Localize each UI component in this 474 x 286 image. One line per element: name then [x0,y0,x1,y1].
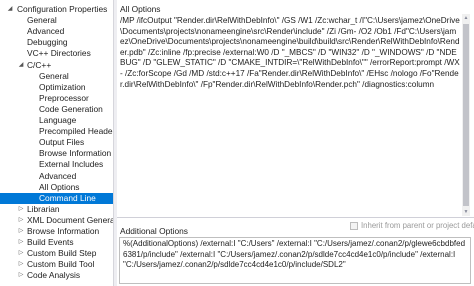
tree-item-label: Build Events [27,237,74,248]
triangle-right-icon[interactable]: ▷ [17,204,25,215]
options-panel: All Options /MP /ifcOutput "Render.dir\R… [117,0,474,286]
tree-item-label: General [27,15,57,26]
scroll-down-icon[interactable]: ▼ [462,208,470,216]
inherit-label: Inherit from parent or project defaults [361,221,474,230]
tree-item-label: VC++ Directories [27,48,91,59]
section-divider [117,217,474,218]
tree-item-label: Code Generation [39,103,103,114]
tree-item[interactable]: General [0,15,113,26]
tree-item[interactable]: Output Files [0,137,113,148]
all-options-scrollbar[interactable]: ▲ ▼ [462,14,470,216]
tree-item-label: Output Files [39,137,85,148]
tree-item[interactable]: ▷XML Document Generator [0,215,113,226]
tree-item[interactable]: ▷ Custom Build Tool [0,259,113,270]
tree-item[interactable]: ◢ Configuration Properties [0,4,113,15]
additional-options-label: Additional Options [120,226,188,236]
tree-item[interactable]: Language [0,115,113,126]
scroll-up-icon[interactable]: ▲ [462,14,470,22]
tree-item-label: Configuration Properties [17,4,108,14]
all-options-textbox[interactable]: /MP /ifcOutput "Render.dir\RelWithDebInf… [120,16,460,210]
triangle-right-icon[interactable]: ▷ [17,270,25,281]
tree-item[interactable]: Optimization [0,82,113,93]
tree-item[interactable]: Preprocessor [0,93,113,104]
tree-item-label: Librarian [27,203,60,214]
tree-item[interactable]: Code Generation [0,104,113,115]
tree-item-label: General [39,70,69,81]
triangle-right-icon[interactable]: ▷ [17,248,25,259]
tree-item-label: Advanced [27,26,65,37]
tree-item-label: Custom Build Tool [27,259,95,270]
triangle-down-icon[interactable]: ◢ [6,4,14,15]
property-tree: ◢ Configuration Properties General Advanced… [0,0,113,286]
triangle-down-icon[interactable]: ◢ [17,60,25,71]
tree-item-label: Debugging [27,37,68,48]
tree-item[interactable]: Advanced [0,26,113,37]
tree-item-label: Browse Information [27,226,100,236]
tree-item[interactable]: Browse Information [0,148,113,159]
tree-item[interactable]: ▷ Browse Information [0,226,113,237]
tree-item[interactable]: ▷ Build Events [0,237,113,248]
tree-item[interactable]: VC++ Directories [0,48,113,59]
tree-item[interactable]: General [0,71,113,82]
tree-item[interactable]: Advanced [0,171,113,182]
scrollbar-thumb[interactable] [463,24,469,206]
triangle-right-icon[interactable]: ▷ [17,226,25,237]
tree-item[interactable]: ◢ C/C++ [0,60,113,71]
tree-item-label: Custom Build Step [27,248,97,259]
tree-item[interactable]: All Options [0,182,113,193]
tree-item[interactable]: ▷ Custom Build Step [0,248,113,259]
tree-item[interactable]: Debugging [0,37,113,48]
tree-item-label: Code Analysis [27,270,81,281]
tree-item-label: C/C++ [27,59,52,70]
all-options-label: All Options [120,4,161,14]
tree-item-label: Command Line [39,192,96,203]
tree-item-label: Preprocessor [39,92,89,103]
triangle-right-icon[interactable]: ▷ [17,215,25,226]
tree-item[interactable]: Command Line [0,192,113,204]
tree-item[interactable]: ▷ Librarian [0,204,113,215]
tree-item[interactable]: ▷ Code Analysis [0,270,113,281]
tree-item-label: Optimization [39,81,86,92]
triangle-right-icon[interactable]: ▷ [17,237,25,248]
tree-item[interactable]: External Includes [0,159,113,170]
tree-item-label: Browse Information [39,148,112,159]
tree-item-label: Precompiled Headers [39,126,113,137]
tree-item-label: XML Document Generator [27,214,113,225]
triangle-right-icon[interactable]: ▷ [17,259,25,270]
inherit-checkbox[interactable] [350,222,358,230]
additional-options-field[interactable]: %(AdditionalOptions) /external:I "C:/Use… [119,237,471,284]
tree-item-label: Advanced [39,170,77,181]
tree-item[interactable]: Precompiled Headers [0,126,113,137]
tree-item-label: Language [39,115,77,125]
additional-options-text[interactable]: %(AdditionalOptions) /external:I "C:/Use… [123,239,467,271]
tree-item-label: All Options [39,181,80,192]
tree-item-label: External Includes [39,159,104,170]
